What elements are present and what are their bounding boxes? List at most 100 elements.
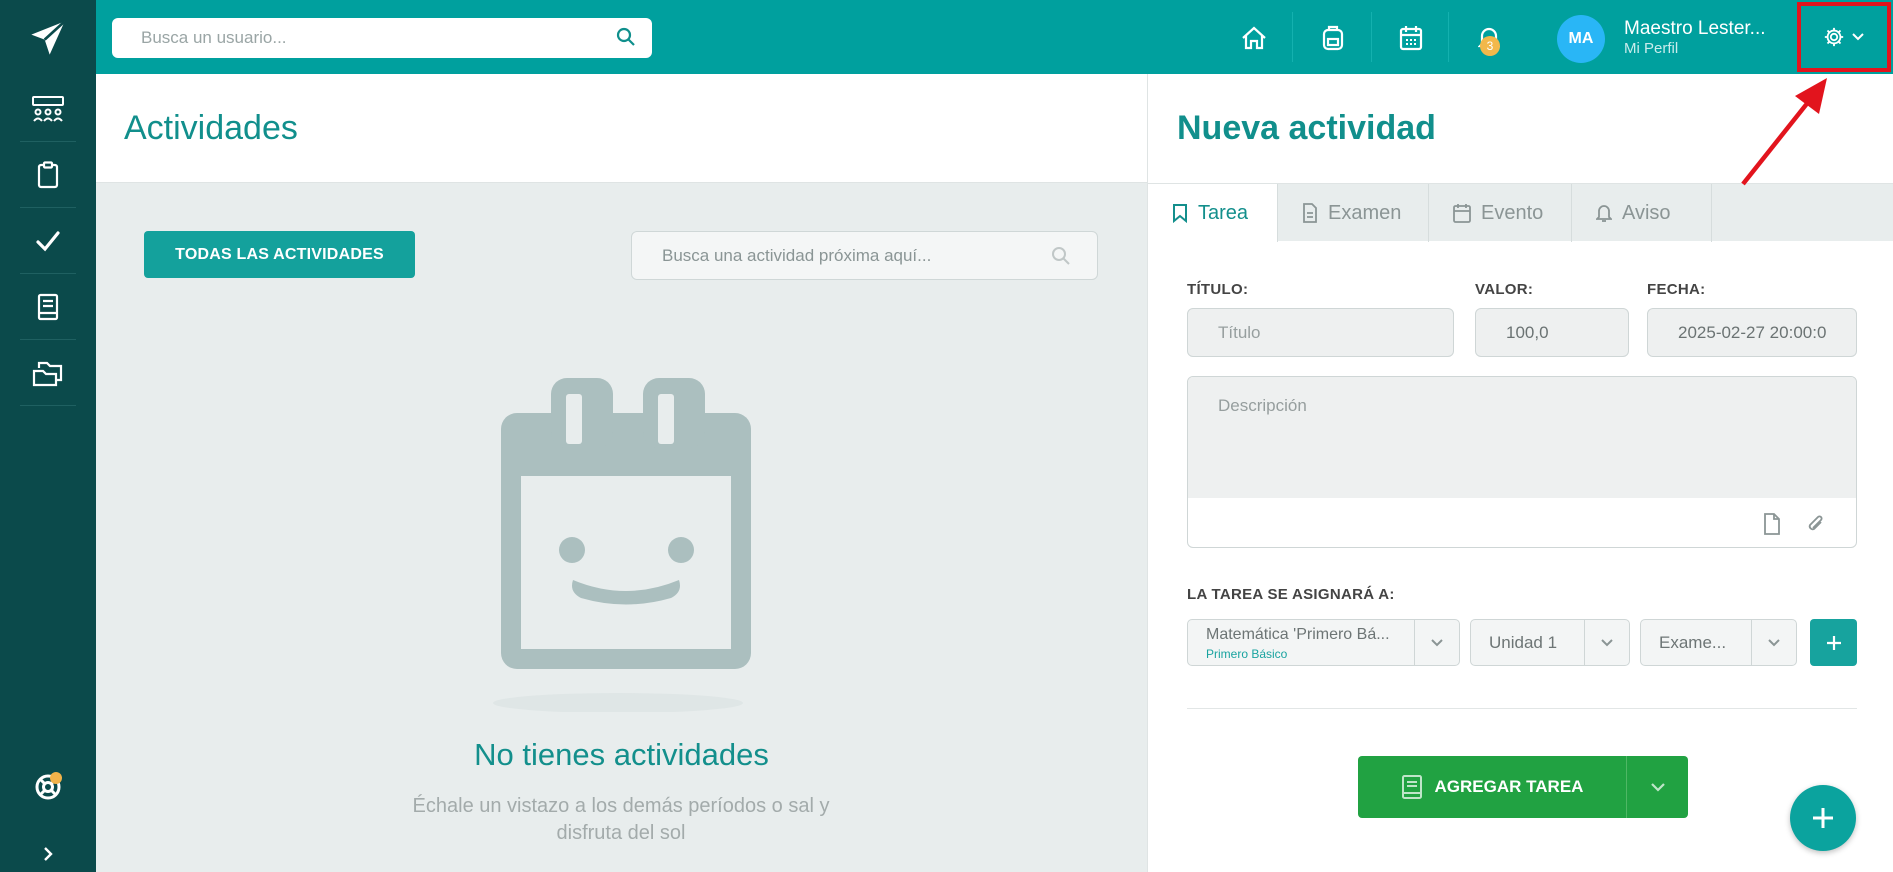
type-select[interactable]: Exame...: [1640, 619, 1797, 666]
unit-select-value: Unidad 1: [1489, 633, 1558, 652]
empty-state-subtitle: Échale un vistazo a los demás períodos o…: [412, 795, 830, 844]
assign-label: LA TAREA SE ASIGNARÁ A:: [1187, 586, 1395, 603]
title-field: [1187, 308, 1454, 357]
chevron-down-icon: [1852, 33, 1864, 41]
tab-aviso[interactable]: Aviso: [1572, 184, 1712, 242]
unit-select-caret: [1584, 620, 1629, 665]
sidebar-expand-button[interactable]: [0, 836, 96, 872]
nav-separator: [1292, 12, 1293, 62]
add-assignment-button[interactable]: [1810, 619, 1857, 666]
nav-separator: [1448, 12, 1449, 62]
tab-label: Aviso: [1622, 201, 1671, 224]
floating-add-button[interactable]: [1790, 785, 1856, 851]
chevron-down-icon: [1768, 638, 1780, 646]
book-icon: [37, 293, 59, 320]
description-input[interactable]: [1188, 377, 1856, 498]
checkmark-icon: [36, 230, 60, 251]
chevron-down-icon: [1650, 783, 1665, 792]
tab-examen[interactable]: Examen: [1278, 184, 1429, 242]
document-icon: [1303, 203, 1317, 223]
clipboard-icon: [37, 160, 59, 188]
description-toolbar: [1763, 513, 1826, 535]
settings-dropdown-button[interactable]: [1797, 2, 1891, 72]
sidebar-item-book[interactable]: [20, 274, 76, 340]
all-activities-button[interactable]: TODAS LAS ACTIVIDADES: [144, 231, 415, 278]
backpack-button[interactable]: [1313, 18, 1353, 58]
description-field: [1187, 376, 1857, 548]
empty-calendar-illustration: [493, 378, 751, 712]
new-activity-panel: Nueva actividad Tarea Examen Evento Avis…: [1147, 74, 1893, 872]
sidebar-item-grades[interactable]: [20, 208, 76, 274]
value-field: [1475, 308, 1629, 357]
sidebar-item-folders[interactable]: [20, 340, 76, 406]
sidebar-support[interactable]: [0, 762, 96, 812]
course-select-caret: [1414, 620, 1459, 665]
add-task-label: AGREGAR TAREA: [1434, 777, 1584, 796]
course-select-subtitle: Primero Básico: [1206, 647, 1288, 661]
activities-panel: TODAS LAS ACTIVIDADES No tienes activida…: [96, 183, 1147, 872]
gear-icon: [1824, 27, 1844, 47]
support-notification-dot: [50, 772, 62, 784]
new-activity-title: Nueva actividad: [1177, 109, 1436, 147]
app-logo[interactable]: [0, 0, 96, 76]
backpack-icon: [1322, 25, 1344, 51]
empty-state-title: No tienes actividades: [474, 737, 769, 772]
activity-search: [631, 231, 1098, 280]
tab-label: Tarea: [1198, 201, 1249, 224]
value-input[interactable]: [1476, 309, 1628, 356]
tab-label: Examen: [1328, 201, 1402, 224]
file-icon[interactable]: [1763, 513, 1781, 535]
activities-header: Actividades: [96, 74, 1147, 183]
avatar[interactable]: MA: [1557, 15, 1605, 63]
add-task-options-button[interactable]: [1626, 756, 1688, 818]
chevron-down-icon: [1431, 638, 1443, 646]
add-task-button-group: AGREGAR TAREA: [1358, 756, 1688, 818]
page-title: Actividades: [124, 109, 298, 147]
calendar-icon: [1453, 204, 1471, 223]
bookmark-icon: [1173, 204, 1187, 223]
course-select-value: Matemática 'Primero Bá...: [1206, 626, 1390, 643]
plus-icon: [1826, 635, 1841, 650]
activity-search-input[interactable]: [632, 232, 1097, 279]
date-field: [1647, 308, 1857, 357]
calendar-button[interactable]: [1391, 18, 1431, 58]
nav-separator: [1371, 12, 1372, 62]
type-select-value: Exame...: [1659, 633, 1727, 652]
profile-link[interactable]: Mi Perfil: [1624, 40, 1678, 57]
user-name[interactable]: Maestro Lester...: [1624, 18, 1766, 40]
date-input[interactable]: [1648, 309, 1856, 356]
home-icon: [1242, 26, 1266, 50]
sidebar: [0, 0, 96, 872]
chevron-down-icon: [1601, 638, 1613, 646]
title-label: TÍTULO:: [1187, 281, 1249, 298]
search-icon[interactable]: [616, 27, 636, 47]
paperclip-icon[interactable]: [1806, 513, 1826, 535]
divider: [1187, 708, 1857, 709]
paper-plane-icon: [31, 20, 66, 55]
calendar-icon: [1399, 26, 1423, 51]
user-search-input[interactable]: [112, 18, 652, 58]
type-select-caret: [1751, 620, 1796, 665]
search-icon[interactable]: [1051, 246, 1071, 266]
date-label: FECHA:: [1647, 281, 1706, 298]
bell-icon: [1596, 205, 1612, 222]
classroom-icon: [32, 95, 64, 122]
course-select[interactable]: Matemática 'Primero Bá... Primero Básico: [1187, 619, 1460, 666]
sidebar-item-tasks[interactable]: [20, 142, 76, 208]
add-task-button[interactable]: AGREGAR TAREA: [1358, 756, 1626, 818]
app-root: 3 MA Maestro Lester... Mi Perfil Activid…: [0, 0, 1893, 872]
tab-label: Evento: [1481, 201, 1544, 224]
unit-select[interactable]: Unidad 1: [1470, 619, 1630, 666]
home-button[interactable]: [1234, 18, 1274, 58]
sidebar-item-classes[interactable]: [20, 76, 76, 142]
annotation-arrow: [1741, 78, 1827, 186]
chevron-right-icon: [44, 847, 53, 861]
user-search: [112, 18, 652, 58]
plus-icon: [1813, 808, 1833, 828]
tab-evento[interactable]: Evento: [1429, 184, 1572, 242]
tab-tarea[interactable]: Tarea: [1148, 184, 1278, 242]
value-label: VALOR:: [1475, 281, 1534, 298]
book-icon: [1401, 775, 1422, 799]
folders-icon: [32, 361, 63, 386]
title-input[interactable]: [1188, 309, 1453, 356]
